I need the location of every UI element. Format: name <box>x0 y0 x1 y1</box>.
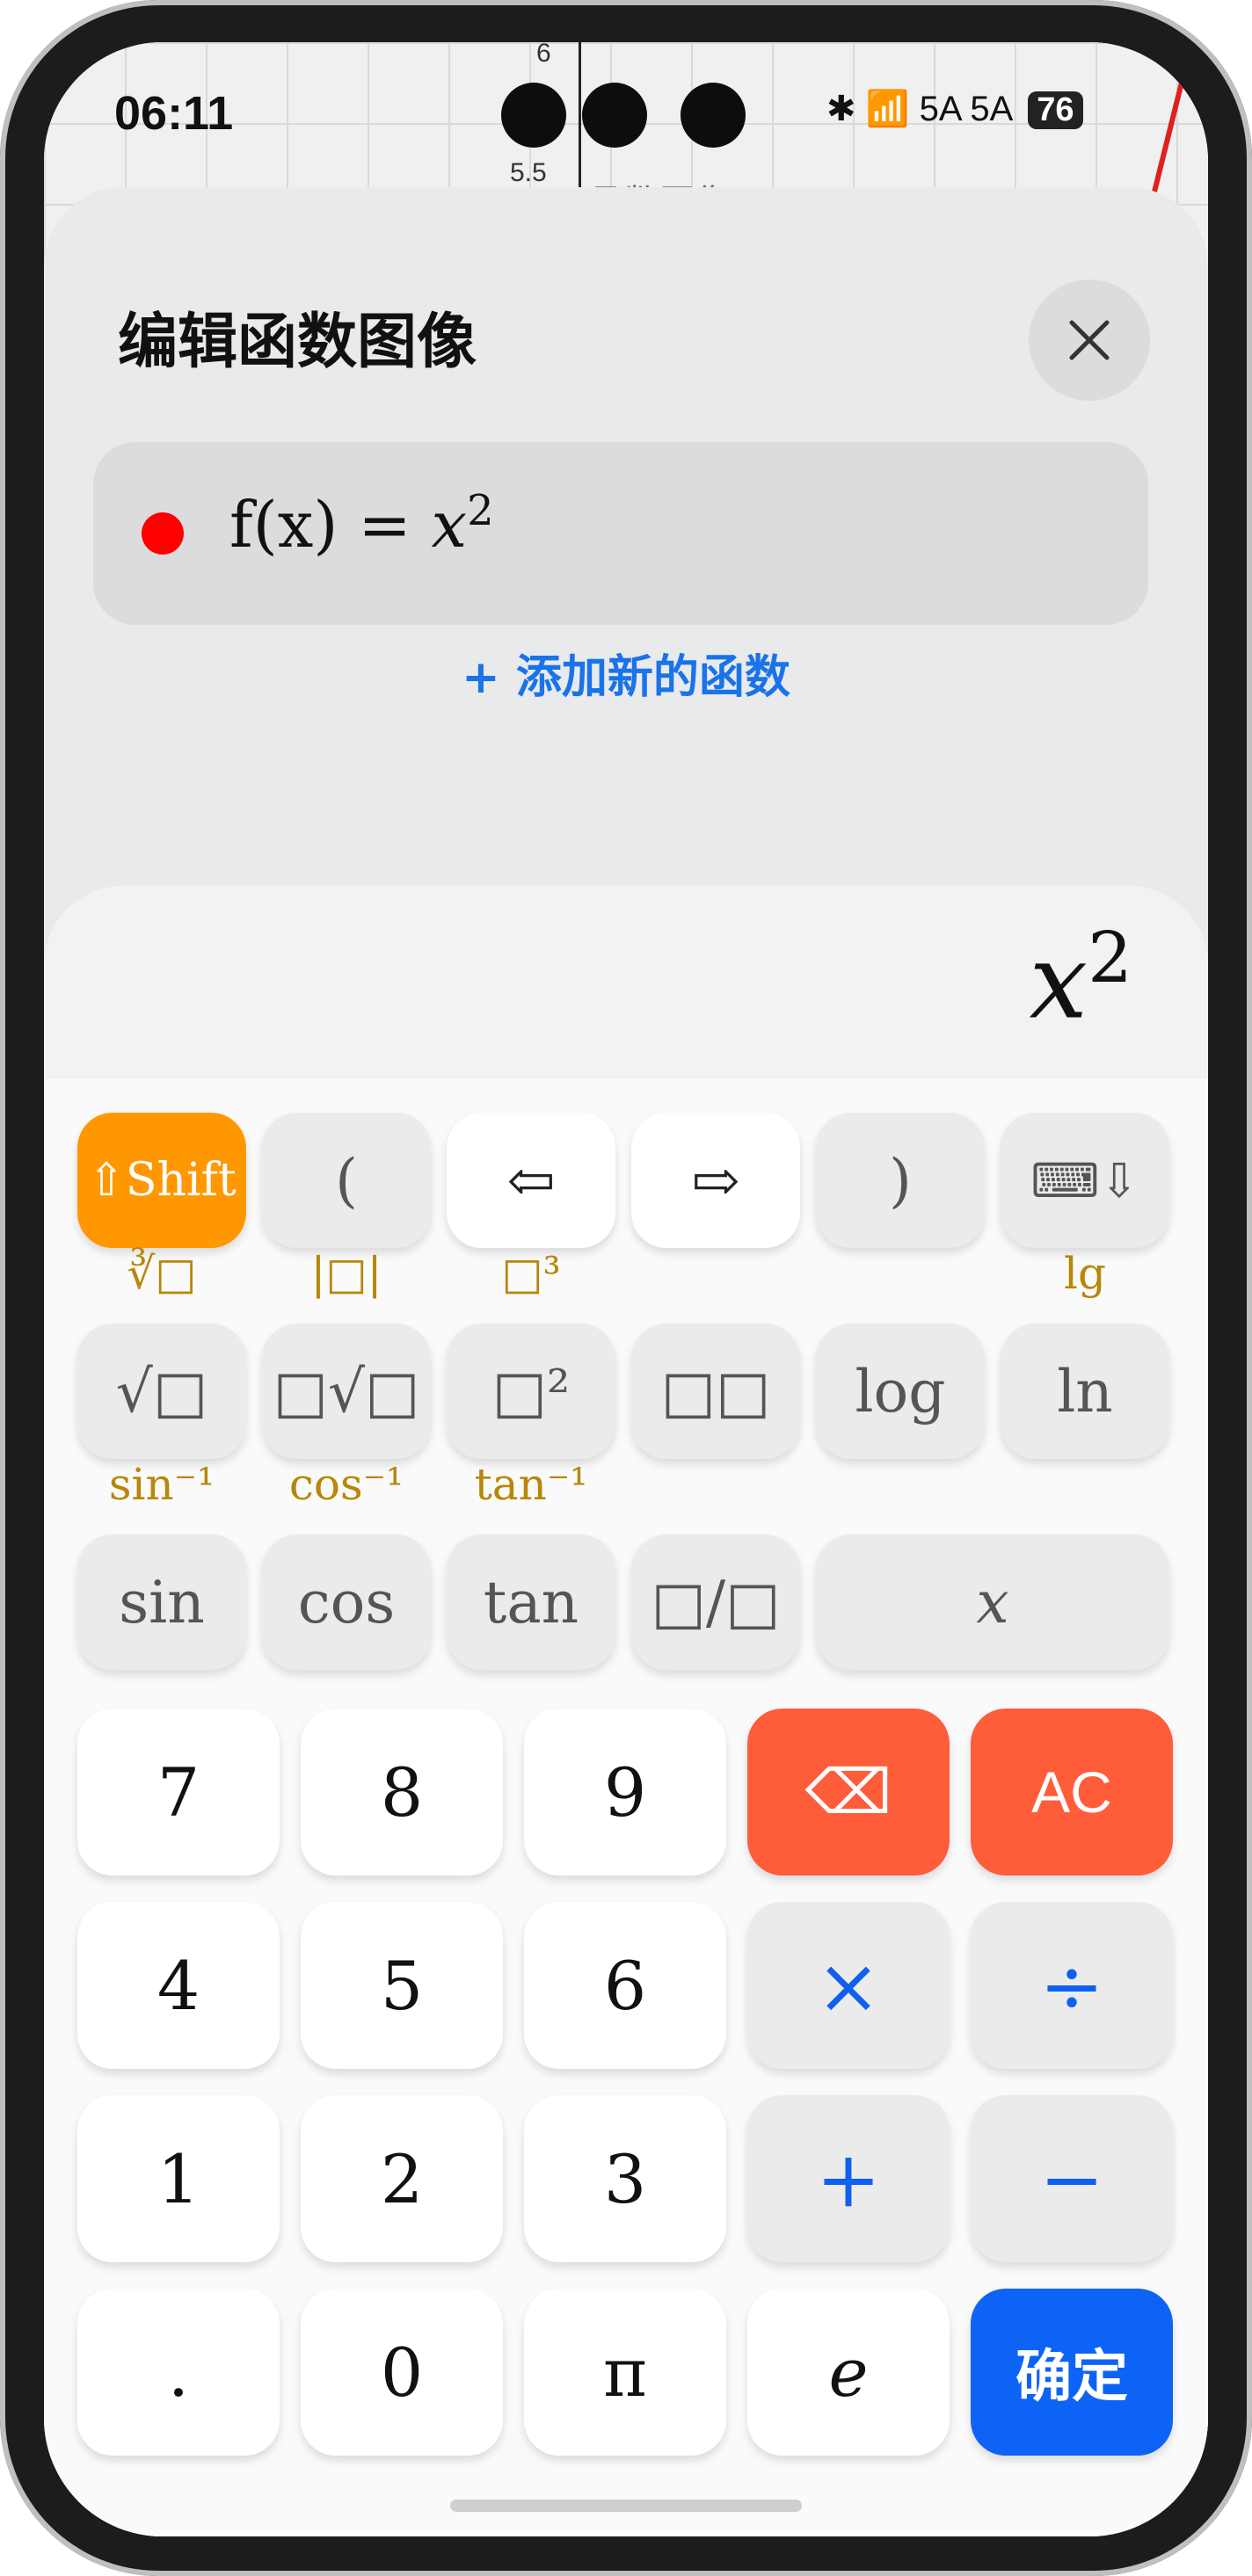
digit-3-key[interactable]: 3 <box>524 2095 726 2262</box>
clear-all-key[interactable]: AC <box>971 1709 1173 1876</box>
digit-5-key[interactable]: 5 <box>301 1902 503 2069</box>
open-paren-key[interactable]: ( <box>262 1113 431 1248</box>
power-key[interactable]: □□ <box>631 1324 800 1459</box>
status-indicators: ✱ 📶 5A 5A 76 <box>826 88 1083 129</box>
shift-label-arccos: cos⁻¹ <box>288 1459 404 1510</box>
function-row[interactable]: f(x) = x2 <box>93 442 1148 625</box>
shift-label-cbrt: ∛□ <box>127 1248 197 1299</box>
preview-exp: 2 <box>1088 917 1132 998</box>
keyboard-keys: ⇧Shift ( ⇦ ⇨ ) ⌨⇩ ∛□ |□| □³ lg √□ □√□ □²… <box>44 1079 1208 2536</box>
minus-key[interactable]: − <box>971 2095 1173 2262</box>
phone-frame: 6 5.5 函数图像 06:11 ✱ 📶 5A 5A 76 编辑函数图像 <box>0 0 1252 2576</box>
pi-key[interactable]: π <box>524 2289 726 2456</box>
digit-6-key[interactable]: 6 <box>524 1902 726 2069</box>
shift-key[interactable]: ⇧Shift <box>77 1113 246 1248</box>
multiply-key[interactable]: × <box>747 1902 950 2069</box>
shift-label-abs: |□| <box>310 1248 382 1299</box>
digit-1-key[interactable]: 1 <box>77 2095 280 2262</box>
function-label: f(x) = <box>229 488 432 562</box>
fraction-key[interactable]: □/□ <box>631 1535 800 1670</box>
decimal-point-key[interactable]: . <box>77 2289 280 2456</box>
confirm-button[interactable]: 确定 <box>971 2289 1173 2456</box>
camera-icon <box>582 83 647 148</box>
nth-root-key[interactable]: □√□ <box>262 1324 431 1459</box>
home-indicator[interactable] <box>450 2500 802 2512</box>
shift-label-arctan: tan⁻¹ <box>474 1459 588 1510</box>
camera-icon <box>681 83 746 148</box>
digit-8-key[interactable]: 8 <box>301 1709 503 1876</box>
plus-key[interactable]: + <box>747 2095 950 2262</box>
function-var: x <box>431 488 468 562</box>
divide-key[interactable]: ÷ <box>971 1902 1173 2069</box>
cursor-left-key[interactable]: ⇦ <box>447 1113 615 1248</box>
shift-label-cube: □³ <box>501 1248 561 1299</box>
math-keyboard: x2 ⇧Shift ( ⇦ ⇨ ) ⌨⇩ ∛□ |□| □³ lg √□ □√□… <box>44 886 1208 2536</box>
log-key[interactable]: log <box>816 1324 985 1459</box>
network-label: 5A 5A <box>919 90 1012 128</box>
digit-2-key[interactable]: 2 <box>301 2095 503 2262</box>
digit-4-key[interactable]: 4 <box>77 1902 280 2069</box>
y-tick-6: 6 <box>536 42 551 68</box>
function-color-dot <box>142 512 184 555</box>
hide-keyboard-key[interactable]: ⌨⇩ <box>1001 1113 1169 1248</box>
shift-label-arcsin: sin⁻¹ <box>108 1459 215 1510</box>
camera-icon <box>501 83 566 148</box>
wifi-icon: 📶 <box>865 90 910 128</box>
function-expression: f(x) = x2 <box>229 486 494 562</box>
cos-key[interactable]: cos <box>262 1535 431 1670</box>
expression-preview-area: x2 <box>44 886 1208 1079</box>
expression-preview: x2 <box>1030 917 1132 1041</box>
sin-key[interactable]: sin <box>77 1535 246 1670</box>
status-time: 06:11 <box>114 87 234 140</box>
variable-x-key[interactable]: x <box>816 1535 1169 1670</box>
screen: 6 5.5 函数图像 06:11 ✱ 📶 5A 5A 76 编辑函数图像 <box>44 42 1208 2536</box>
backspace-key[interactable]: ⌫ <box>747 1709 950 1876</box>
digit-0-key[interactable]: 0 <box>301 2289 503 2456</box>
sheet-title: 编辑函数图像 <box>118 308 477 377</box>
digit-9-key[interactable]: 9 <box>524 1709 726 1876</box>
preview-var: x <box>1029 920 1088 1042</box>
y-tick-5-5: 5.5 <box>510 158 547 187</box>
battery-icon: 76 <box>1028 91 1083 129</box>
shift-label-lg: lg <box>1064 1248 1106 1299</box>
close-paren-key[interactable]: ) <box>816 1113 985 1248</box>
sqrt-key[interactable]: √□ <box>77 1324 246 1459</box>
euler-e-key[interactable]: e <box>747 2289 950 2456</box>
square-key[interactable]: □² <box>447 1324 615 1459</box>
bluetooth-icon: ✱ <box>826 90 856 128</box>
close-icon <box>1069 320 1110 360</box>
ln-key[interactable]: ln <box>1001 1324 1169 1459</box>
function-exp: 2 <box>467 486 494 535</box>
close-button[interactable] <box>1029 279 1150 401</box>
tan-key[interactable]: tan <box>447 1535 615 1670</box>
add-function-button[interactable]: + 添加新的函数 <box>44 640 1208 706</box>
digit-7-key[interactable]: 7 <box>77 1709 280 1876</box>
cursor-right-key[interactable]: ⇨ <box>631 1113 800 1248</box>
